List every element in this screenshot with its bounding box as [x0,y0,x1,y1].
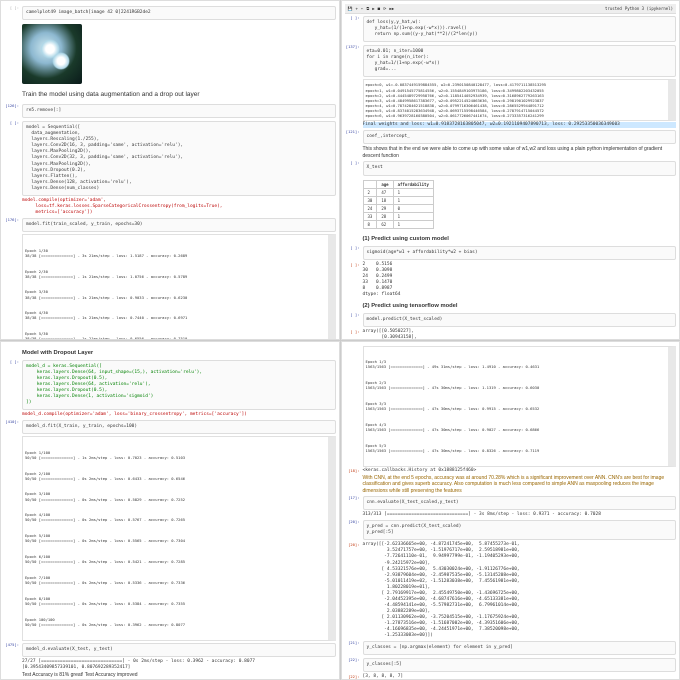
training-output[interactable]: Epoch 1/30 38/38 [==============] - 3s 2… [22,234,336,339]
run-icon[interactable]: ▶ [372,6,374,11]
flower-image [22,24,82,84]
trusted-label: trusted [605,6,622,11]
final-weights: Final weights and loss: w1=0.91837281638… [363,122,677,128]
slice-output: [3, 8, 8, 8, 7] [363,674,677,680]
code-cell[interactable]: model = Sequential([ data_augmentation, … [22,121,336,196]
code-cell[interactable]: sigmoid(age*w1 + affordability*w2 + bias… [363,246,677,260]
notebook-pane-br: Epoch 1/3 1563/1563 [==============] - 4… [341,341,680,680]
cut-icon[interactable]: ✂ [361,6,363,11]
dataframe-output: ageaffordability 2471 30181 24290 33281 … [363,180,434,229]
code-cell[interactable]: camelplot49 image_batch[image 42 0]2241R… [22,6,336,20]
restart-icon[interactable]: ⟳ [383,6,386,11]
section-heading: (2) Predict using tensorflow model [363,303,677,309]
notebook-pane-tr: 💾 + ✂ ⧉ ▶ ■ ⟳ ▶▶ trusted Python 3 (ipyke… [341,0,680,340]
markdown-heading: Train the model using data augmentation … [22,91,336,98]
gd-output[interactable]: epoch=0, w1=-0.0837449159884555, w2=0.23… [363,79,677,121]
code-cell[interactable]: model_d.fit(X_train, y_train, epochs=100… [22,420,336,434]
code-cell[interactable]: X_test [363,161,677,175]
section-heading: Model with Dropout Layer [22,350,336,356]
pred-array: array([[-2.62336665e+00, -4.87241745e+00… [363,542,677,639]
notebook-pane-tl: [ ]: camelplot49 image_batch[image 42 0]… [0,0,340,340]
code-cell[interactable]: eta=0.01; n_iter=1000 for i in range(n_i… [363,45,677,77]
pred-output: 2 0.5156 30 0.3098 24 0.2499 33 0.1470 8… [363,262,677,298]
code-cell[interactable]: y_classes = [np.argmax(element) for elem… [363,641,677,655]
kernel-label[interactable]: Python 3 (ipykernel) [625,6,673,11]
add-icon[interactable]: + [355,6,357,11]
code-cell[interactable]: model_d = keras.Sequential([ keras.layer… [22,360,336,410]
gutter: [ ]: [4,5,22,21]
save-icon[interactable]: 💾 [348,6,353,11]
code-cell[interactable]: model.predict(X_test_scaled) [363,313,677,327]
code-cell[interactable]: cnn.evaluate(X_test_scaled,y_test) [363,496,677,510]
code-cell[interactable]: def loss(y,y_hat,w): y_hat=(1/(1+np.exp(… [363,16,677,42]
code-cell[interactable]: y_classes[:5] [363,658,677,672]
code-cell[interactable]: coef_,intercept_ [363,130,677,144]
stop-icon[interactable]: ■ [378,6,380,11]
eval-output: 27/27 [==============================] -… [22,659,336,671]
eval-output: 313/313 [==============================]… [363,512,677,518]
copy-icon[interactable]: ⧉ [366,6,369,11]
section-heading: (1) Predict using custom model [363,236,677,242]
markdown-text: Test Accuracy is 81% great! Test Accurac… [22,672,336,679]
markdown-text: This shows that in the end we were able … [363,146,677,159]
code-cell[interactable]: model.fit(train_scaled, y_train, epochs=… [22,218,336,232]
code-cell[interactable]: re5.remove[:] [22,104,336,118]
markdown-text: With CNN, at the end 5 epochs, accuracy … [363,475,677,495]
code-cell[interactable]: model_d.evaluate(X_test, y_test) [22,643,336,657]
tf-pred-output: array([[0.5050227], [0.30943158], [0.298… [363,329,677,340]
notebook-pane-bl: Model with Dropout Layer [ ]: model_d = … [0,341,340,680]
history-output: <keras.callbacks.History at 0x1888125f46… [363,468,677,474]
compile-code: model_d.compile(optimizer='adam', loss='… [22,412,336,418]
cnn-training-output[interactable]: Epoch 1/3 1563/1563 [==============] - 4… [363,346,677,467]
fast-forward-icon[interactable]: ▶▶ [389,6,394,11]
notebook-toolbar[interactable]: 💾 + ✂ ⧉ ▶ ■ ⟳ ▶▶ trusted Python 3 (ipyke… [345,4,677,14]
training-output[interactable]: Epoch 1/100 50/50 [==============] - 1s … [22,436,336,641]
code-cell[interactable]: y_pred = cnn.predict(X_test_scaled) y_pr… [363,520,677,540]
compile-code: model.compile(optimizer='adam', loss=tf.… [22,198,336,216]
